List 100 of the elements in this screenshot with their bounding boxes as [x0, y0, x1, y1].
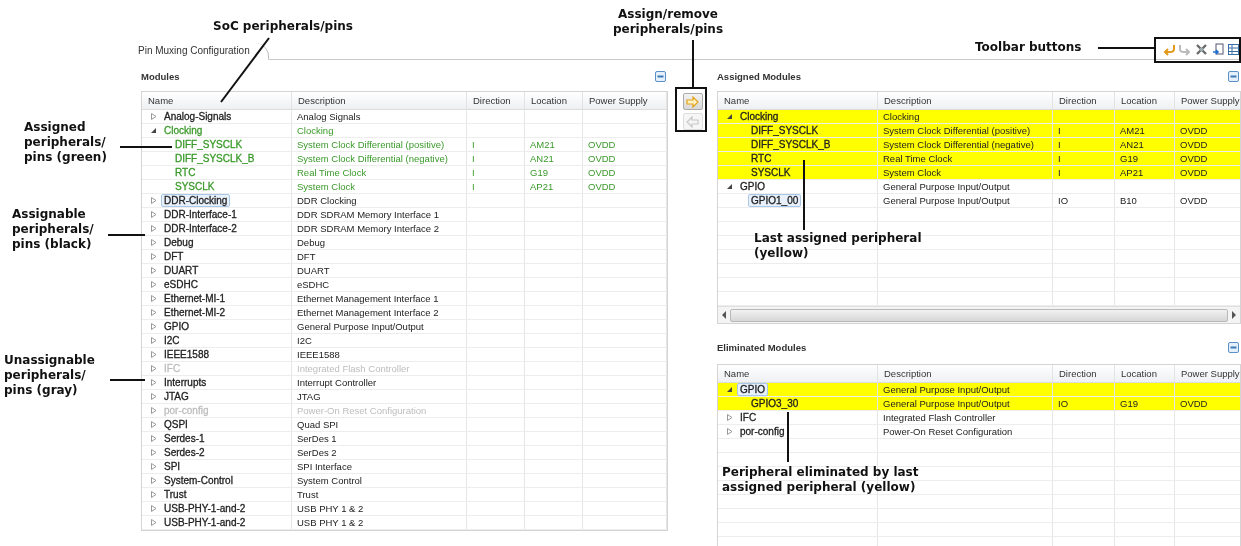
table-cell: Interrupt Controller [297, 376, 377, 389]
tree-item[interactable]: DIFF_SYSCLK [748, 124, 822, 137]
tree-item[interactable]: Trust [161, 488, 190, 501]
callout-text: Assigned peripherals/ pins (green) [24, 120, 108, 165]
tree-item[interactable]: GPIO [161, 320, 192, 333]
table-cell: Quad SPI [297, 418, 339, 431]
callout-text: Assignable peripherals/ pins (black) [12, 207, 95, 252]
table-cell: DUART [297, 264, 330, 277]
column-header[interactable]: Direction [1059, 95, 1097, 106]
tree-item[interactable]: DIFF_SYSCLK_B [172, 152, 258, 165]
column-header[interactable]: Location [531, 95, 567, 106]
tree-item[interactable]: SYSCLK [172, 180, 218, 193]
table-cell: Clocking [297, 124, 334, 137]
table-cell: General Purpose Input/Output [883, 383, 1010, 396]
table-cell: System Clock [883, 166, 942, 179]
column-header[interactable]: Power Supply [1181, 95, 1240, 106]
tree-item[interactable]: GPIO [737, 180, 768, 193]
table-cell: JTAG [297, 390, 321, 403]
column-header[interactable]: Name [148, 95, 174, 106]
tree-item[interactable]: QSPI [161, 418, 191, 431]
column-header[interactable]: Location [1121, 368, 1157, 379]
tree-item[interactable]: Ethernet-MI-2 [161, 306, 229, 319]
callout-text: Assign/remove peripherals/pins [612, 7, 724, 37]
tree-item[interactable]: Clocking [737, 110, 782, 123]
tree-item[interactable]: IFC [737, 411, 760, 424]
callout-text: Peripheral eliminated by last assigned peripheral (yellow) [722, 465, 920, 495]
table-cell: I [472, 166, 475, 179]
tree-item[interactable]: eSDHC [161, 278, 201, 291]
tree-item[interactable]: DIFF_SYSCLK_B [748, 138, 834, 151]
table-cell: G19 [1120, 397, 1138, 410]
tree-item[interactable]: Interrupts [161, 376, 210, 389]
tree-item[interactable]: JTAG [161, 390, 192, 403]
table-cell: System Clock [297, 180, 356, 193]
table-cell: OVDD [1180, 124, 1208, 137]
tree-item[interactable]: Ethernet-MI-1 [161, 292, 229, 305]
table-cell: IEEE1588 [297, 348, 340, 361]
column-header[interactable]: Direction [1059, 368, 1097, 379]
table-cell: I [1058, 138, 1061, 151]
table-cell: Power-On Reset Configuration [883, 425, 1013, 438]
callout-text: Toolbar buttons [975, 40, 1083, 55]
tree-item[interactable]: SPI [161, 460, 184, 473]
column-header[interactable]: Location [1121, 95, 1157, 106]
table-cell: OVDD [1180, 397, 1208, 410]
table-cell: I [472, 138, 475, 151]
table-cell: SPI Interface [297, 460, 352, 473]
tree-item[interactable]: DDR-Interface-2 [161, 222, 240, 235]
tab[interactable]: Pin Muxing Configuration [136, 43, 269, 60]
table-cell: OVDD [1180, 138, 1208, 151]
tree-item[interactable]: IEEE1588 [161, 348, 213, 361]
column-header[interactable]: Name [724, 95, 750, 106]
tree-item[interactable]: I2C [161, 334, 183, 347]
callout-text: Unassignable peripherals/ pins (gray) [4, 353, 96, 398]
column-header[interactable]: Description [884, 95, 932, 106]
tree-item[interactable]: Analog-Signals [161, 110, 235, 123]
tree-item[interactable]: System-Control [161, 474, 236, 487]
table-cell: Power-On Reset Configuration [297, 404, 427, 417]
table-cell: Integrated Flash Controller [883, 411, 996, 424]
tree-item[interactable]: SYSCLK [748, 166, 794, 179]
table-cell: Real Time Clock [297, 166, 367, 179]
tree-item[interactable]: RTC [172, 166, 199, 179]
tree-item[interactable]: USB-PHY-1-and-2 [161, 516, 249, 529]
tree-item[interactable]: DDR-Interface-1 [161, 208, 240, 221]
column-header[interactable]: Description [298, 95, 346, 106]
table-cell: General Purpose Input/Output [883, 194, 1010, 207]
table-cell: G19 [530, 166, 548, 179]
tree-item[interactable]: Serdes-2 [161, 446, 208, 459]
table-cell: OVDD [1180, 194, 1208, 207]
tree-item[interactable]: GPIO [737, 383, 768, 396]
table-cell: Clocking [883, 110, 920, 123]
tree-item[interactable]: RTC [748, 152, 775, 165]
tree-item[interactable]: DIFF_SYSCLK [172, 138, 246, 151]
table-cell: I [1058, 124, 1061, 137]
table-cell: General Purpose Input/Output [883, 397, 1010, 410]
callout-text: Last assigned peripheral (yellow) [754, 231, 923, 261]
column-header[interactable]: Direction [473, 95, 511, 106]
table-cell: I [1058, 152, 1061, 165]
column-header[interactable]: Description [884, 368, 932, 379]
tree-item[interactable]: DDR-Clocking [161, 194, 231, 207]
tree-item[interactable]: por-config [737, 425, 788, 438]
table-cell: DDR Clocking [297, 194, 357, 207]
tree-item[interactable]: DUART [161, 264, 202, 277]
table-cell: OVDD [1180, 152, 1208, 165]
table-cell: System Clock Differential (positive) [297, 138, 445, 151]
tree-item[interactable]: DFT [161, 250, 187, 263]
column-header[interactable]: Power Supply [589, 95, 648, 106]
pane-title: Eliminated Modules [717, 341, 807, 353]
tree-item[interactable]: Debug [161, 236, 197, 249]
tree-item[interactable]: GPIO3_30 [748, 397, 802, 410]
tree-item[interactable]: GPIO1_00 [748, 194, 802, 207]
tree-item[interactable]: Clocking [161, 124, 206, 137]
tree-item[interactable]: USB-PHY-1-and-2 [161, 502, 249, 515]
column-header[interactable]: Name [724, 368, 750, 379]
table-cell: System Control [297, 474, 362, 487]
table-cell: I2C [297, 334, 312, 347]
table-cell: B10 [1120, 194, 1137, 207]
table-cell: I [1058, 166, 1061, 179]
table-cell: SerDes 1 [297, 432, 337, 445]
tree-item[interactable]: Serdes-1 [161, 432, 208, 445]
table-cell: Real Time Clock [883, 152, 953, 165]
column-header[interactable]: Power Supply [1181, 368, 1240, 379]
